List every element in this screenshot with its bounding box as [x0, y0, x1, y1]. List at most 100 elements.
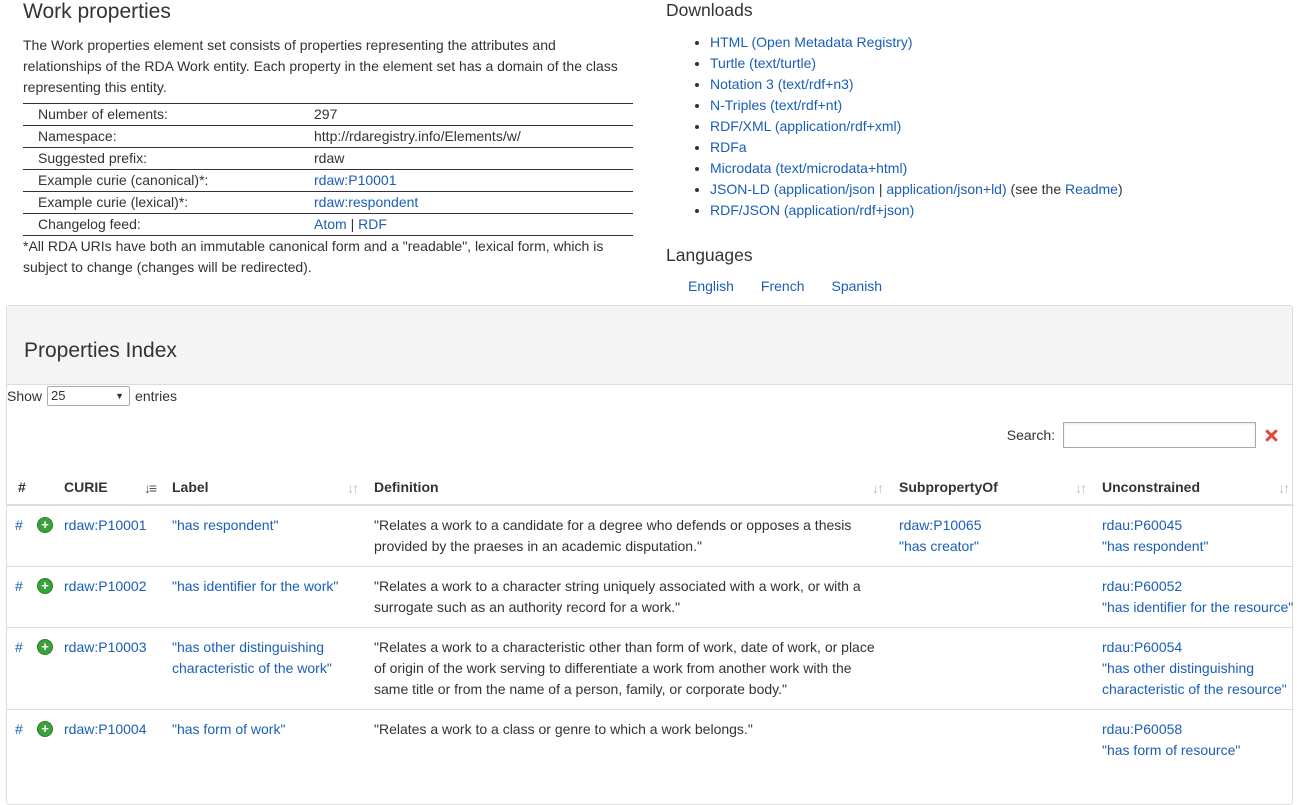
definition-cell: "Relates a work to a character string un… [363, 566, 888, 628]
label-link[interactable]: "has form of work" [172, 721, 285, 737]
meta-row-elements: Number of elements: 297 [23, 103, 633, 126]
subproperty-cell [888, 709, 1091, 770]
sort-ascending-icon: ↓≡ [143, 480, 157, 496]
meta-label: Example curie (lexical)*: [23, 191, 300, 214]
column-header-text: Definition [374, 478, 439, 495]
language-spanish-link[interactable]: Spanish [832, 276, 883, 297]
language-french-link[interactable]: French [761, 276, 805, 297]
properties-table: # CURIE ↓≡ Label ↓↑ Definition ↓↑ Subpro… [7, 470, 1294, 770]
label-link[interactable]: "has identifier for the work" [172, 578, 338, 594]
plus-circle-icon[interactable]: + [37, 639, 53, 655]
meta-value: rdaw [300, 147, 633, 170]
curie-lexical-link[interactable]: rdaw:respondent [314, 194, 418, 210]
properties-index-title: Properties Index [24, 339, 177, 362]
label-link[interactable]: "has respondent" [172, 517, 278, 533]
language-english-link[interactable]: English [688, 276, 734, 297]
unconstrained-curie-link[interactable]: rdau:P60058 [1102, 721, 1182, 737]
jsonld-see-text: (see the [1006, 181, 1066, 197]
download-item: RDF/JSON (application/rdf+json) [710, 200, 1286, 221]
column-header-num[interactable]: # [7, 470, 37, 506]
subproperty-cell [888, 627, 1091, 710]
column-header-label[interactable]: Label ↓↑ [161, 470, 363, 506]
sort-icon: ↓↑ [1278, 480, 1290, 496]
metadata-table: Number of elements: 297 Namespace: http:… [23, 103, 633, 236]
plus-circle-icon[interactable]: + [37, 721, 53, 737]
column-header-text: Label [172, 478, 209, 495]
download-link-jsonld-ld[interactable]: application/json+ld) [886, 181, 1006, 197]
unconstrained-label-link[interactable]: "has identifier for the resource" [1102, 599, 1293, 615]
meta-row-namespace: Namespace: http://rdaregistry.info/Eleme… [23, 125, 633, 148]
page-title: Work properties [23, 0, 171, 23]
definition-cell: "Relates a work to a characteristic othe… [363, 627, 888, 710]
unconstrained-label-link[interactable]: "has form of resource" [1102, 742, 1240, 758]
changelog-rdf-link[interactable]: RDF [358, 216, 387, 232]
meta-row-prefix: Suggested prefix: rdaw [23, 147, 633, 170]
meta-value: 297 [300, 103, 633, 126]
table-row: # + rdaw:P10004 "has form of work" "Rela… [7, 709, 1294, 770]
curie-canonical-link[interactable]: rdaw:P10001 [314, 172, 397, 188]
meta-row-curie-canonical: Example curie (canonical)*: rdaw:P10001 [23, 169, 633, 192]
unconstrained-label-link[interactable]: "has respondent" [1102, 538, 1208, 554]
subproperty-label-link[interactable]: "has creator" [899, 538, 979, 554]
row-anchor-link[interactable]: # [15, 517, 23, 533]
download-link-microdata[interactable]: Microdata (text/microdata+html) [710, 160, 907, 176]
download-item: HTML (Open Metadata Registry) [710, 32, 1286, 53]
languages-list: English French Spanish [666, 276, 1286, 297]
entries-per-page-value: 25 [51, 388, 66, 403]
column-header-subpropertyof[interactable]: SubpropertyOf ↓↑ [888, 470, 1091, 506]
row-anchor-link[interactable]: # [15, 639, 23, 655]
unconstrained-curie-link[interactable]: rdau:P60045 [1102, 517, 1182, 533]
meta-label: Number of elements: [23, 103, 300, 126]
entries-per-page-select[interactable]: 25 ▼ [47, 386, 131, 406]
curie-link[interactable]: rdaw:P10001 [64, 517, 147, 533]
row-anchor-link[interactable]: # [15, 721, 23, 737]
download-item: RDFa [710, 137, 1286, 158]
download-link-rdfa[interactable]: RDFa [710, 139, 747, 155]
row-anchor-link[interactable]: # [15, 578, 23, 594]
plus-circle-icon[interactable]: + [37, 578, 53, 594]
download-link-n3[interactable]: Notation 3 (text/rdf+n3) [710, 76, 854, 92]
column-header-text: SubpropertyOf [899, 478, 998, 495]
subproperty-curie-link[interactable]: rdaw:P10065 [899, 517, 982, 533]
table-row: # + rdaw:P10002 "has identifier for the … [7, 566, 1294, 628]
meta-label: Namespace: [23, 125, 300, 148]
unconstrained-curie-link[interactable]: rdau:P60052 [1102, 578, 1182, 594]
download-link-turtle[interactable]: Turtle (text/turtle) [710, 55, 816, 71]
download-link-jsonld[interactable]: JSON-LD (application/json [710, 181, 875, 197]
plus-circle-icon[interactable]: + [37, 517, 53, 533]
curie-link[interactable]: rdaw:P10003 [64, 639, 147, 655]
download-link-rdfjson[interactable]: RDF/JSON (application/rdf+json) [710, 202, 914, 218]
unconstrained-curie-link[interactable]: rdau:P60054 [1102, 639, 1182, 655]
unconstrained-label-link[interactable]: "has other distinguishing characteristic… [1102, 660, 1287, 697]
changelog-atom-link[interactable]: Atom [314, 216, 347, 232]
label-link[interactable]: "has other distinguishing characteristic… [172, 639, 332, 676]
entries-label: entries [135, 388, 178, 404]
column-header-unconstrained[interactable]: Unconstrained ↓↑ [1091, 470, 1294, 506]
downloads-heading: Downloads [666, 0, 753, 20]
download-item: Turtle (text/turtle) [710, 53, 1286, 74]
meta-row-curie-lexical: Example curie (lexical)*: rdaw:responden… [23, 191, 633, 214]
meta-row-changelog: Changelog feed: Atom | RDF [23, 213, 633, 236]
search-control: Search: [1007, 422, 1278, 448]
download-link-ntriples[interactable]: N-Triples (text/rdf+nt) [710, 97, 842, 113]
close-icon[interactable] [1264, 428, 1278, 442]
download-link-html[interactable]: HTML (Open Metadata Registry) [710, 34, 913, 50]
subproperty-cell [888, 566, 1091, 628]
search-input[interactable] [1063, 422, 1256, 448]
column-header-curie[interactable]: CURIE ↓≡ [53, 470, 161, 506]
definition-cell: "Relates a work to a class or genre to w… [363, 709, 888, 770]
curie-link[interactable]: rdaw:P10002 [64, 578, 147, 594]
column-header-definition[interactable]: Definition ↓↑ [363, 470, 888, 506]
column-header-label: CURIE [64, 478, 108, 495]
download-item: JSON-LD (application/json | application/… [710, 179, 1286, 200]
column-header-label: # [18, 478, 26, 495]
meta-value: http://rdaregistry.info/Elements/w/ [300, 125, 633, 148]
download-link-rdfxml[interactable]: RDF/XML (application/rdf+xml) [710, 118, 901, 134]
download-item: Microdata (text/microdata+html) [710, 158, 1286, 179]
readme-link[interactable]: Readme [1065, 181, 1118, 197]
curie-link[interactable]: rdaw:P10004 [64, 721, 147, 737]
work-info-section: Work properties The Work properties elem… [23, 0, 635, 278]
sort-icon: ↓↑ [1075, 480, 1087, 496]
column-header-expand [37, 470, 53, 506]
sort-icon: ↓↑ [872, 480, 884, 496]
